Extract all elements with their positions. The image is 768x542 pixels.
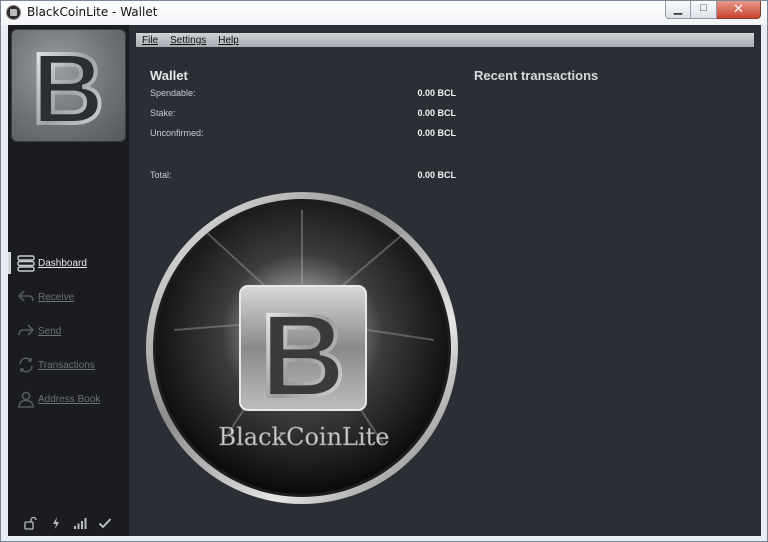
- balance-value: 0.00 BCL: [417, 108, 456, 118]
- client-area: B Dashboard Receive Send Transactions Ad…: [8, 25, 761, 536]
- maximize-button[interactable]: □: [691, 1, 717, 19]
- blackcoin-app-icon: [6, 5, 21, 20]
- sidebar: B Dashboard Receive Send Transactions Ad…: [8, 25, 129, 536]
- send-icon: [17, 322, 35, 340]
- close-icon: ✕: [733, 1, 744, 16]
- balance-label: Total:: [150, 170, 172, 180]
- balance-row-spendable: Spendable: 0.00 BCL: [150, 88, 456, 102]
- balance-value: 0.00 BCL: [417, 128, 456, 138]
- status-bar: [8, 516, 129, 532]
- coin-wordmark: BlackCoinLite: [218, 423, 389, 451]
- window-controls: ▁ □ ✕: [665, 1, 761, 19]
- sidebar-item-label: Dashboard: [38, 257, 87, 269]
- maximize-icon: □: [700, 2, 707, 14]
- minimize-button[interactable]: ▁: [665, 1, 691, 19]
- connections-signal-icon[interactable]: [73, 516, 87, 530]
- staking-bolt-icon[interactable]: [49, 516, 63, 530]
- sidebar-item-label: Transactions: [38, 359, 95, 371]
- dashboard-icon: [17, 254, 35, 272]
- menu-settings[interactable]: Settings: [170, 35, 206, 46]
- sidebar-item-send[interactable]: Send: [8, 318, 129, 344]
- menu-file[interactable]: File: [142, 35, 158, 46]
- main-panel: File Settings Help Wallet Spendable: 0.0…: [129, 25, 761, 536]
- sidebar-item-dashboard[interactable]: Dashboard: [8, 250, 129, 276]
- wallet-heading: Wallet: [150, 68, 188, 83]
- balance-value: 0.00 BCL: [417, 170, 456, 180]
- menu-help[interactable]: Help: [218, 35, 239, 46]
- balance-label: Unconfirmed:: [150, 128, 204, 138]
- receive-icon: [17, 288, 35, 306]
- sidebar-item-label: Address Book: [38, 393, 101, 405]
- window-title: BlackCoinLite - Wallet: [27, 5, 158, 19]
- balance-label: Spendable:: [150, 88, 196, 98]
- app-window: BlackCoinLite - Wallet ▁ □ ✕ B Dashboard…: [0, 0, 768, 542]
- minimize-icon: ▁: [673, 3, 683, 15]
- sidebar-item-label: Receive: [38, 291, 75, 303]
- sidebar-item-receive[interactable]: Receive: [8, 284, 129, 310]
- recent-transactions-heading: Recent transactions: [474, 68, 599, 83]
- balance-row-stake: Stake: 0.00 BCL: [150, 108, 456, 122]
- address-book-icon: [17, 390, 35, 408]
- sidebar-item-label: Send: [38, 325, 62, 337]
- blackcoin-logo: B: [11, 29, 126, 142]
- coin-letter: B: [260, 290, 345, 422]
- title-bar[interactable]: BlackCoinLite - Wallet ▁ □ ✕: [1, 1, 767, 25]
- sidebar-item-address-book[interactable]: Address Book: [8, 386, 129, 412]
- menu-bar: File Settings Help: [136, 33, 754, 47]
- lock-icon[interactable]: [23, 516, 37, 530]
- balance-value: 0.00 BCL: [417, 88, 456, 98]
- synced-check-icon[interactable]: [98, 516, 112, 530]
- balance-label: Stake:: [150, 108, 176, 118]
- blackcoin-coin-image: B BlackCoinLite: [144, 190, 460, 506]
- close-button[interactable]: ✕: [717, 1, 761, 19]
- sidebar-item-transactions[interactable]: Transactions: [8, 352, 129, 378]
- balance-row-total: Total: 0.00 BCL: [150, 170, 456, 184]
- logo-letter: B: [32, 33, 104, 141]
- balance-row-unconfirmed: Unconfirmed: 0.00 BCL: [150, 128, 456, 142]
- transactions-icon: [17, 356, 35, 374]
